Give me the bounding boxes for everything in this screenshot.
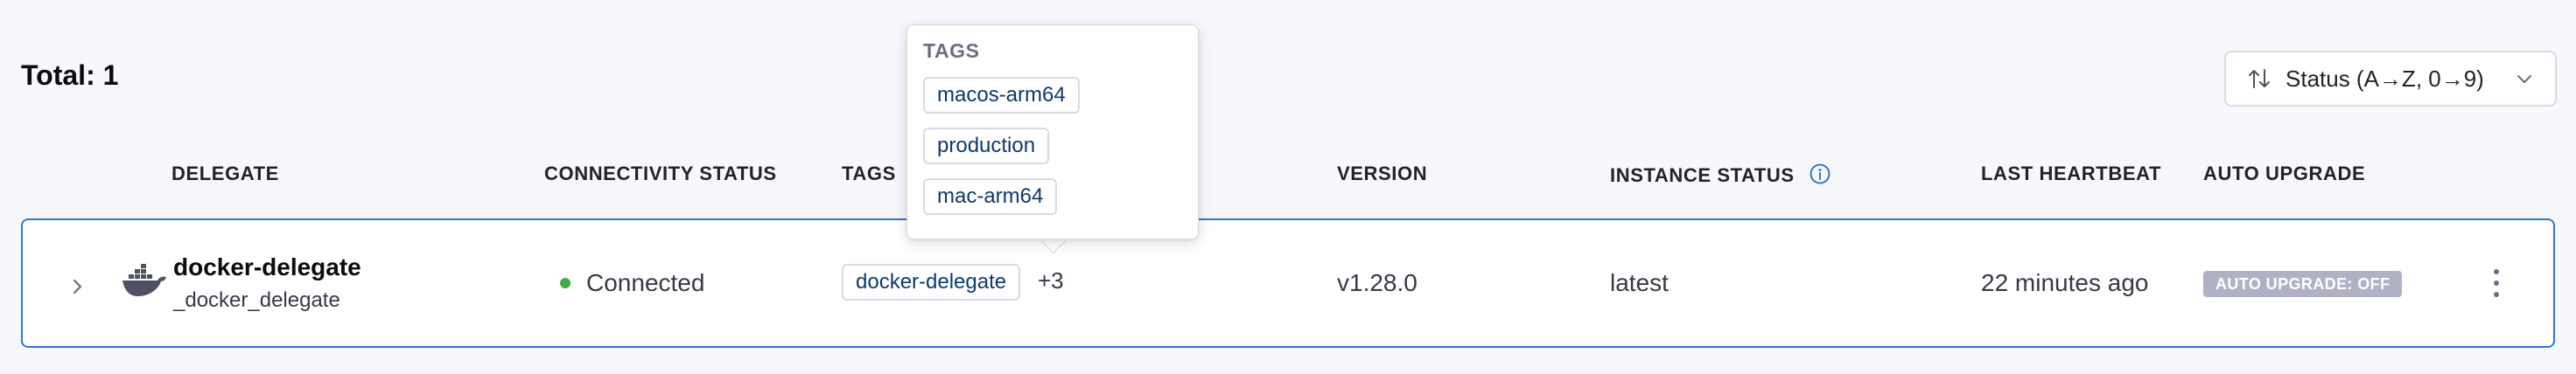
last-heartbeat-value: 22 minutes ago <box>1981 269 2149 296</box>
column-header-last-heartbeat[interactable]: LAST HEARTBEAT <box>1981 163 2161 185</box>
column-header-instance-status: INSTANCE STATUS <box>1610 163 1831 187</box>
popover-tag-chip: production <box>923 128 1050 164</box>
delegate-identifier: _docker_delegate <box>173 288 340 312</box>
total-count: Total: 1 <box>21 59 119 91</box>
tags-popover: TAGS macos-arm64 production mac-arm64 <box>906 24 1199 239</box>
more-options-button[interactable] <box>2483 264 2510 302</box>
connectivity-status-label: Connected <box>586 269 705 296</box>
column-header-delegate[interactable]: DELEGATE <box>172 163 279 185</box>
delegates-page: Total: 1 Status (A→Z, 0→9) DELEGATE CONN… <box>0 0 2576 374</box>
kebab-dot <box>2494 269 2499 274</box>
chevron-right-icon <box>73 279 82 294</box>
column-header-auto-upgrade: AUTO UPGRADE <box>2203 163 2366 184</box>
sort-arrows-icon <box>2249 69 2270 88</box>
tag-chip: docker-delegate <box>842 264 1021 301</box>
connectivity-status: Connected <box>560 269 704 297</box>
info-icon[interactable] <box>1809 163 1831 185</box>
tags-popover-list: macos-arm64 production mac-arm64 <box>923 77 1182 215</box>
expand-row-button[interactable] <box>60 269 94 304</box>
chevron-down-icon <box>2517 75 2531 83</box>
popover-tag-chip: macos-arm64 <box>923 77 1080 114</box>
column-header-connectivity[interactable]: CONNECTIVITY STATUS <box>544 163 777 185</box>
tags-popover-title: TAGS <box>923 39 980 62</box>
popover-tag-chip: mac-arm64 <box>923 178 1058 215</box>
kebab-dot <box>2494 280 2499 286</box>
column-header-tags: TAGS <box>842 163 896 184</box>
column-header-version[interactable]: VERSION <box>1337 163 1427 185</box>
status-dot <box>560 278 570 288</box>
kebab-dot <box>2494 292 2499 297</box>
sort-dropdown-label: Status (A→Z, 0→9) <box>2286 65 2484 92</box>
docker-icon <box>122 264 166 296</box>
auto-upgrade-badge: AUTO UPGRADE: OFF <box>2203 271 2403 297</box>
instance-status-value: latest <box>1610 269 1669 296</box>
delegate-row[interactable] <box>21 218 2555 348</box>
more-tags-count[interactable]: +3 <box>1038 267 1064 294</box>
delegate-version: v1.28.0 <box>1337 269 1418 296</box>
sort-dropdown[interactable]: Status (A→Z, 0→9) <box>2224 51 2557 107</box>
delegate-name-link[interactable]: docker-delegate <box>173 253 361 281</box>
column-header-instance-status-label: INSTANCE STATUS <box>1610 164 1795 186</box>
